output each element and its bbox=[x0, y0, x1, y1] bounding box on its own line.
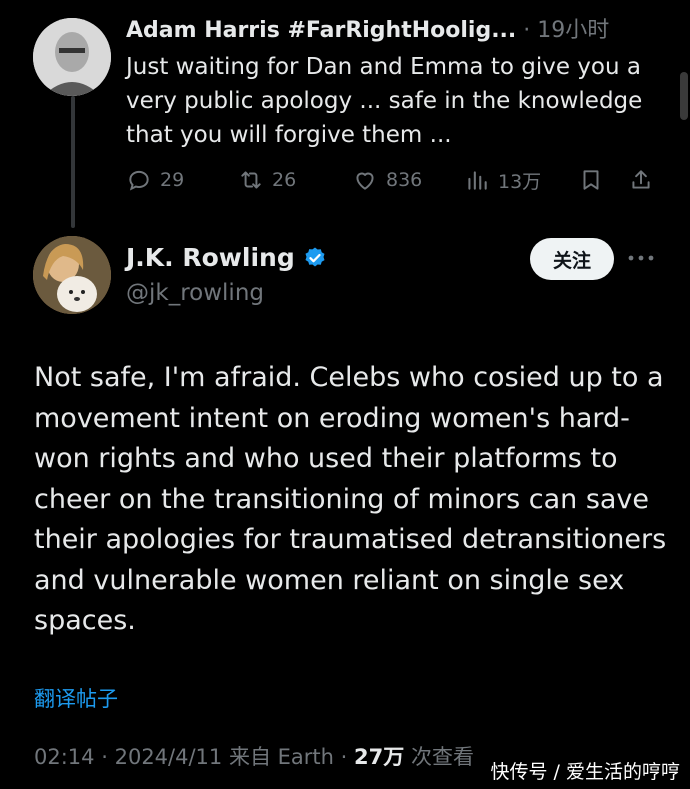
follow-button[interactable]: 关注 bbox=[530, 238, 614, 280]
bookmark-button[interactable] bbox=[578, 160, 612, 200]
comment-icon bbox=[129, 170, 149, 191]
reply-dot: · bbox=[523, 18, 531, 43]
heart-icon bbox=[356, 172, 374, 190]
thread-connector-line bbox=[71, 96, 75, 228]
reply-header: Adam Harris #FarRightHoolig... · 19小时 bbox=[126, 14, 666, 48]
reply-count: 29 bbox=[160, 169, 185, 191]
views-button[interactable]: 13万 bbox=[464, 160, 541, 200]
author-name[interactable]: J.K. Rowling bbox=[126, 240, 295, 276]
reply-author-avatar[interactable] bbox=[33, 18, 111, 96]
reply-text[interactable]: Just waiting for Dan and Emma to give yo… bbox=[126, 50, 666, 152]
retweet-icon bbox=[241, 171, 261, 189]
bookmark-icon bbox=[583, 170, 599, 190]
meta-separator: · bbox=[340, 745, 348, 769]
tweet-text[interactable]: Not safe, I'm afraid. Celebs who cosied … bbox=[34, 358, 674, 642]
tweet-meta: 02:14 · 2024/4/11 来自 Earth · 27万 次查看 bbox=[34, 740, 474, 774]
reply-author-name[interactable]: Adam Harris #FarRightHoolig... bbox=[126, 18, 516, 43]
like-button[interactable]: 836 bbox=[352, 160, 422, 200]
watermark: 快传号 / 爱生活的哼哼 bbox=[486, 757, 684, 787]
view-count: 13万 bbox=[498, 170, 542, 193]
share-icon bbox=[632, 170, 650, 189]
like-count: 836 bbox=[386, 169, 423, 191]
tweet-view-count: 27万 bbox=[354, 745, 405, 769]
more-options-icon[interactable] bbox=[624, 248, 658, 268]
tweet-source: 来自 Earth bbox=[228, 745, 334, 769]
reply-timestamp[interactable]: 19小时 bbox=[537, 18, 609, 43]
retweet-button[interactable]: 26 bbox=[238, 160, 296, 200]
person-avatar-icon bbox=[33, 18, 111, 96]
author-name-row: J.K. Rowling bbox=[126, 240, 327, 276]
author-avatar[interactable] bbox=[33, 236, 111, 314]
reply-button[interactable]: 29 bbox=[126, 160, 184, 200]
meta-separator: · bbox=[101, 745, 108, 769]
share-button[interactable] bbox=[628, 160, 662, 200]
tweet-date[interactable]: 2024/4/11 bbox=[115, 745, 223, 769]
reply-action-bar: 29 26 836 13万 bbox=[126, 160, 666, 200]
retweet-count: 26 bbox=[272, 169, 297, 191]
author-handle[interactable]: @jk_rowling bbox=[126, 276, 264, 310]
verified-badge-icon[interactable] bbox=[303, 246, 327, 270]
tweet-views-label: 次查看 bbox=[410, 745, 474, 769]
translate-post-link[interactable]: 翻译帖子 bbox=[34, 682, 118, 716]
person-with-dog-avatar-icon bbox=[33, 236, 111, 314]
bar-chart-icon bbox=[468, 171, 487, 190]
tweet-time[interactable]: 02:14 bbox=[34, 745, 95, 769]
scrollbar[interactable] bbox=[680, 72, 688, 120]
